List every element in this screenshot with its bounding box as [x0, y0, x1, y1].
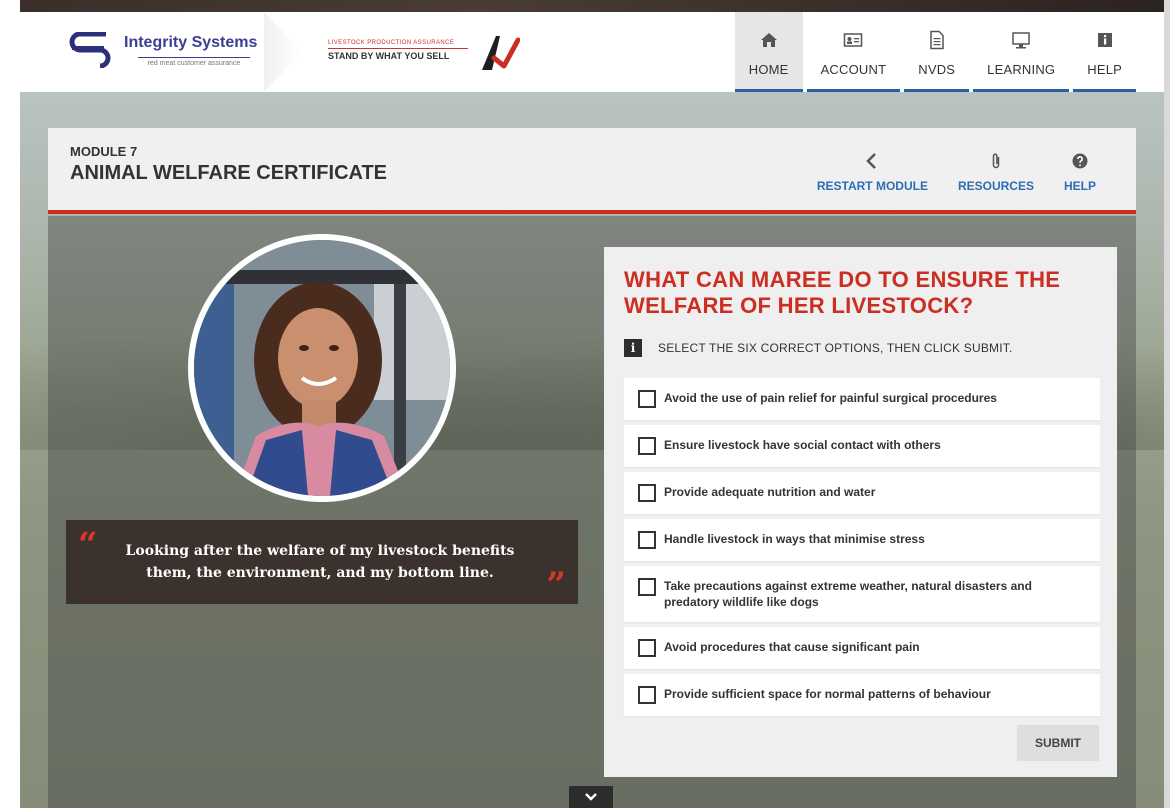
maree-portrait [188, 234, 456, 502]
option-label: Provide adequate nutrition and water [664, 485, 876, 499]
module-help-button[interactable]: HELP [1064, 152, 1096, 193]
lpa-slogan: STAND BY WHAT YOU SELL [328, 51, 450, 61]
lpa-check-logo-icon [482, 36, 520, 70]
top-strip [20, 0, 1170, 12]
option-sufficient-space[interactable]: Provide sufficient space for normal patt… [624, 674, 1100, 716]
restart-module-button[interactable]: RESTART MODULE [817, 152, 928, 193]
module-title: ANIMAL WELFARE CERTIFICATE [70, 162, 388, 184]
checkbox[interactable] [638, 639, 656, 657]
close-quote-icon: ” [546, 565, 566, 605]
nav-learning-label: LEARNING [987, 62, 1056, 77]
option-avoid-pain[interactable]: Avoid procedures that cause significant … [624, 627, 1100, 669]
resources-label: RESOURCES [957, 179, 1034, 193]
page-right-margin [1164, 0, 1170, 808]
main-nav: HOME ACCOUNT NVDS LEARNING HELP [731, 12, 1136, 92]
option-minimise-stress[interactable]: Handle livestock in ways that minimise s… [624, 519, 1100, 561]
nav-help[interactable]: HELP [1073, 12, 1136, 92]
option-label: Provide sufficient space for normal patt… [664, 687, 991, 701]
info-icon [1097, 33, 1112, 47]
quote-text: Looking after the welfare of my livestoc… [125, 543, 515, 581]
checkbox[interactable] [638, 484, 656, 502]
option-no-pain-relief[interactable]: Avoid the use of pain relief for painful… [624, 378, 1100, 420]
option-label: Handle livestock in ways that minimise s… [664, 532, 925, 546]
monitor-icon [1012, 32, 1030, 49]
module-number: MODULE 7 [70, 144, 138, 159]
nav-nvds[interactable]: NVDS [904, 12, 970, 92]
maree-quote: “ Looking after the welfare of my livest… [66, 520, 578, 604]
chevron-left-icon [866, 153, 877, 169]
checkbox[interactable] [638, 578, 656, 596]
option-extreme-weather[interactable]: Take precautions against extreme weather… [624, 566, 1100, 622]
home-icon [760, 33, 777, 47]
chevron-down-icon [585, 793, 597, 801]
brand-tagline: red meat customer assurance [138, 57, 250, 67]
brand-tab-shadow [264, 12, 302, 92]
brand-tab [20, 12, 300, 92]
brand-area[interactable]: Integrity Systems red meat customer assu… [20, 12, 520, 92]
option-label: Ensure livestock have social contact wit… [664, 438, 941, 452]
lpa-title: LIVESTOCK PRODUCTION ASSURANCE [328, 40, 468, 49]
restart-module-label: RESTART MODULE [816, 179, 928, 193]
page-left-margin [0, 0, 20, 808]
open-quote-icon: “ [78, 525, 98, 565]
nav-account-label: ACCOUNT [820, 62, 887, 77]
nav-help-label: HELP [1087, 62, 1122, 77]
checkbox[interactable] [638, 531, 656, 549]
id-card-icon [844, 33, 863, 47]
nav-home-label: HOME [748, 62, 789, 77]
option-label: Avoid the use of pain relief for painful… [664, 391, 997, 405]
question-title: WHAT CAN MAREE DO TO ENSURE THE WELFARE … [624, 267, 1061, 318]
module-bar: MODULE 7 ANIMAL WELFARE CERTIFICATE REST… [48, 128, 1136, 214]
checkbox[interactable] [638, 437, 656, 455]
lpa-badge: LIVESTOCK PRODUCTION ASSURANCE STAND BY … [328, 40, 468, 61]
nav-learning[interactable]: LEARNING [973, 12, 1070, 92]
scroll-down-button[interactable] [569, 786, 613, 808]
module-actions: RESTART MODULE RESOURCES HELP [817, 152, 1096, 193]
instruction-text: SELECT THE SIX CORRECT OPTIONS, THEN CLI… [658, 341, 1013, 355]
info-icon: i [624, 339, 642, 357]
checkbox[interactable] [638, 686, 656, 704]
site-header: Integrity Systems red meat customer assu… [20, 12, 1164, 92]
nav-home[interactable]: HOME [734, 12, 803, 92]
nav-nvds-label: NVDS [918, 62, 956, 77]
option-nutrition-water[interactable]: Provide adequate nutrition and water [624, 472, 1100, 514]
integrity-systems-logo-icon [69, 32, 111, 68]
submit-button[interactable]: SUBMIT [1017, 725, 1099, 761]
question-instruction: i SELECT THE SIX CORRECT OPTIONS, THEN C… [624, 339, 1013, 357]
paperclip-icon [992, 153, 1000, 169]
option-label: Avoid procedures that cause significant … [664, 640, 920, 654]
option-social-contact[interactable]: Ensure livestock have social contact wit… [624, 425, 1100, 467]
question-panel: WHAT CAN MAREE DO TO ENSURE THE WELFARE … [604, 247, 1117, 777]
option-label: Take precautions against extreme weather… [664, 579, 1032, 609]
checkbox[interactable] [638, 390, 656, 408]
resources-button[interactable]: RESOURCES [958, 152, 1034, 193]
nav-account[interactable]: ACCOUNT [806, 12, 901, 92]
question-circle-icon [1072, 153, 1088, 169]
document-icon [929, 30, 944, 50]
module-help-label: HELP [1063, 179, 1096, 193]
brand-name: Integrity Systems [124, 34, 258, 51]
options-list: Avoid the use of pain relief for painful… [624, 378, 1100, 721]
portrait-illustration [194, 240, 450, 496]
